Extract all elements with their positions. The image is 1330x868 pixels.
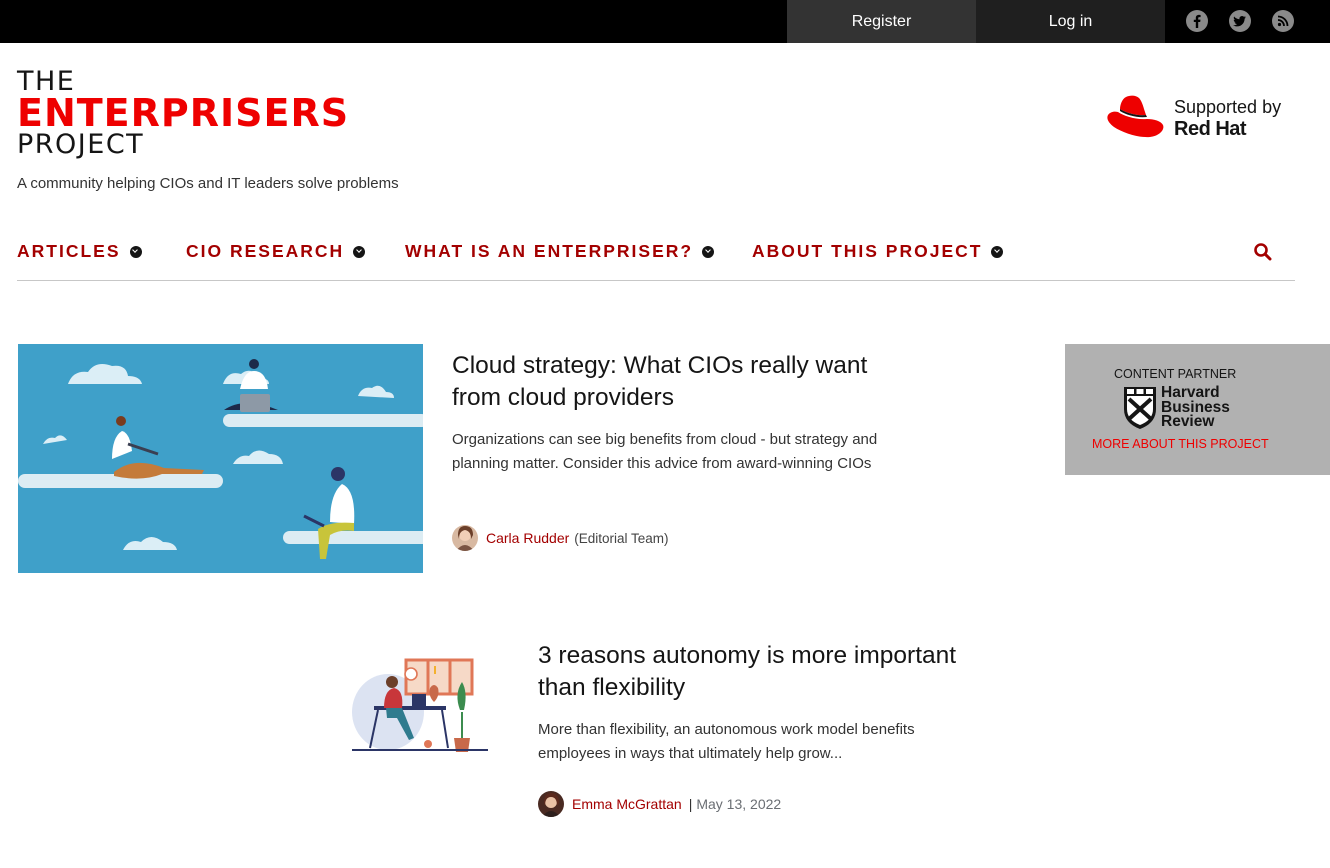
nav-item-cio-research[interactable]: CIO RESEARCH xyxy=(186,241,366,262)
red-hat-sponsor[interactable]: Supported by Red Hat xyxy=(1104,93,1304,143)
hbr-line: Review xyxy=(1161,413,1215,430)
article-description: More than flexibility, an autonomous wor… xyxy=(538,721,915,762)
nav-item-label: WHAT IS AN ENTERPRISER? xyxy=(405,241,694,261)
register-button[interactable]: Register xyxy=(787,0,976,43)
article-byline: Carla Rudder (Editorial Team) xyxy=(452,525,669,551)
logo-line-project: PROJECT xyxy=(17,129,145,160)
chevron-down-icon xyxy=(991,245,1004,258)
hbr-wordmark: Harvard Business Review xyxy=(1161,385,1230,430)
article-title[interactable]: Cloud strategy: What CIOs really want fr… xyxy=(452,350,922,414)
search-icon[interactable] xyxy=(1253,242,1273,262)
logo-line-enterprisers: ENTERPRISERS xyxy=(17,91,350,135)
red-hat-logo-icon xyxy=(1107,95,1164,138)
twitter-icon[interactable] xyxy=(1229,10,1251,32)
nav-item-about-this-project[interactable]: ABOUT THIS PROJECT xyxy=(752,241,1004,262)
byline-separator: | xyxy=(688,796,693,812)
hbr-logo[interactable]: Harvard Business Review xyxy=(1123,385,1273,432)
chevron-down-icon xyxy=(129,245,142,258)
article-title[interactable]: 3 reasons autonomy is more important tha… xyxy=(538,640,958,704)
article-date: May 13, 2022 xyxy=(696,796,782,812)
site-tagline: A community helping CIOs and IT leaders … xyxy=(17,175,399,192)
facebook-icon[interactable] xyxy=(1186,10,1208,32)
main-nav: ARTICLES CIO RESEARCH WHAT IS AN ENTERPR… xyxy=(17,236,1295,281)
site-logo[interactable]: THE ENTERPRISERS PROJECT xyxy=(17,68,349,158)
nav-item-what-is-an-enterpriser[interactable]: WHAT IS AN ENTERPRISER? xyxy=(405,241,715,262)
supported-by-label: Supported by xyxy=(1174,97,1282,117)
content-partner-box: CONTENT PARTNER Harvard Business Review … xyxy=(1065,344,1330,475)
content-partner-label: CONTENT PARTNER xyxy=(1114,367,1237,381)
more-about-project-link[interactable]: MORE ABOUT THIS PROJECT xyxy=(1092,437,1269,451)
login-button[interactable]: Log in xyxy=(976,0,1165,43)
harvard-shield-icon xyxy=(1124,387,1156,429)
nav-item-label: ABOUT THIS PROJECT xyxy=(752,241,983,261)
avatar[interactable] xyxy=(538,791,564,817)
author-link[interactable]: Carla Rudder xyxy=(486,530,569,546)
article-description: Organizations can see big benefits from … xyxy=(452,431,878,472)
top-bar: Register Log in xyxy=(0,0,1330,43)
article-byline: Emma McGrattan | May 13, 2022 xyxy=(538,791,781,817)
red-hat-name: Red Hat xyxy=(1174,118,1247,140)
nav-item-label: ARTICLES xyxy=(17,241,121,261)
chevron-down-icon xyxy=(353,245,366,258)
author-role: (Editorial Team) xyxy=(574,530,669,546)
article-image-autonomy[interactable] xyxy=(348,652,493,756)
chevron-down-icon xyxy=(702,245,715,258)
nav-item-articles[interactable]: ARTICLES xyxy=(17,241,142,262)
author-link[interactable]: Emma McGrattan xyxy=(572,796,682,812)
avatar[interactable] xyxy=(452,525,478,551)
rss-icon[interactable] xyxy=(1272,10,1294,32)
article-image-cloud-strategy[interactable] xyxy=(18,344,423,573)
nav-item-label: CIO RESEARCH xyxy=(186,241,345,261)
red-hat-text: Supported by Red Hat xyxy=(1174,96,1281,140)
